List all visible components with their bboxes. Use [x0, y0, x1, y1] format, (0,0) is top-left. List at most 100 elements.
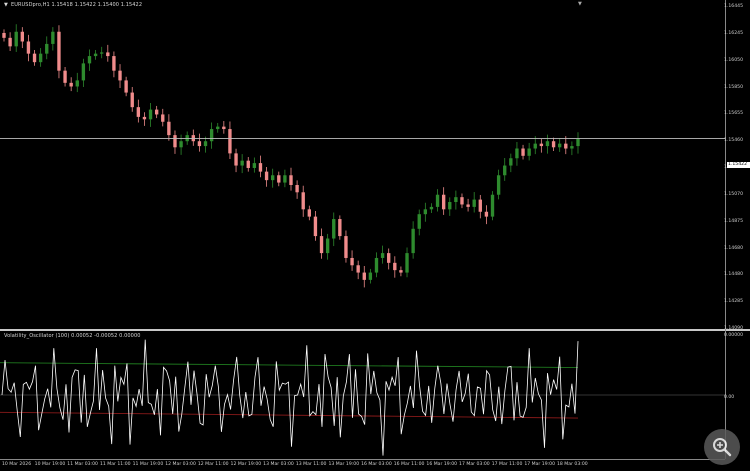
candle [289, 167, 293, 191]
candle-body [307, 209, 311, 217]
candle-body [38, 53, 43, 63]
candle-body [197, 141, 202, 147]
candle [393, 256, 397, 278]
candle [429, 203, 434, 213]
candle-body [216, 126, 220, 130]
candle-body [545, 141, 550, 147]
candle [387, 248, 391, 270]
candle [417, 209, 421, 236]
candle [344, 230, 348, 263]
candle-body [429, 206, 434, 210]
candle-body [533, 143, 537, 149]
candle-body [564, 143, 568, 149]
candle-body [405, 253, 409, 273]
candlestick-chart[interactable] [0, 0, 750, 330]
candle-body [45, 43, 49, 54]
candle-body [435, 194, 440, 207]
candle-body [551, 141, 556, 148]
candle-body [20, 31, 24, 42]
price-tick-label: 1.15655 [724, 111, 743, 117]
time-tick-label: 13 Mar 19:00 [328, 462, 360, 467]
triangle-down-icon[interactable]: ▼ [578, 1, 582, 7]
candle [472, 192, 476, 213]
candle [106, 44, 110, 62]
candle-body [130, 92, 134, 108]
upper-band-line [0, 362, 579, 368]
price-tick-label: 1.16245 [724, 30, 743, 36]
oscillator-chart[interactable] [0, 331, 750, 459]
candle [2, 29, 6, 42]
candle [332, 212, 336, 247]
candle [209, 122, 214, 149]
candle-body [301, 192, 305, 210]
candle-body [411, 228, 415, 254]
time-tick-label: 17 Mar 11:00 [491, 462, 523, 467]
candle-body [32, 53, 37, 63]
candle [271, 168, 275, 188]
candle-body [246, 160, 250, 168]
candle-body [118, 70, 122, 81]
candle [93, 50, 98, 60]
candle [130, 86, 134, 112]
candle [319, 228, 324, 259]
candle-body [57, 31, 61, 71]
time-tick-label: 13 Mar 03:00 [263, 462, 294, 467]
candle [380, 245, 385, 264]
candle-body [295, 185, 299, 193]
candle-body [484, 211, 489, 217]
sub-axis-mid-label: 0.00 [724, 395, 735, 400]
price-tick-label: 1.14680 [724, 245, 743, 251]
price-tick-label: 1.15070 [724, 191, 743, 197]
candle [576, 132, 580, 154]
candle-body [167, 121, 171, 136]
candle [350, 250, 354, 271]
candle-body [161, 114, 165, 122]
candle-body [264, 171, 269, 181]
price-axis-line [725, 0, 726, 459]
candle [283, 169, 287, 188]
collapse-arrow-icon[interactable]: ▼ [4, 2, 8, 8]
candle [167, 114, 171, 141]
candle [26, 34, 31, 62]
candle [75, 72, 79, 93]
symbol-info: EURUSDpro,H1 1.15418 1.15422 1.15400 1.1… [10, 2, 143, 8]
magnifier-plus-icon [713, 438, 732, 457]
candle [51, 27, 55, 51]
zoom-button[interactable] [704, 429, 740, 465]
candle [295, 180, 299, 199]
time-tick-label: 17 Mar 03:00 [459, 462, 490, 467]
candle-body [93, 53, 98, 57]
candle-body [417, 214, 421, 229]
candle [38, 48, 43, 67]
candle-body [8, 37, 12, 47]
time-tick-label: 10 Mar 2026 [2, 462, 32, 467]
candle-body [332, 219, 336, 239]
time-tick-label: 13 Mar 11:00 [295, 462, 327, 467]
candle [100, 46, 104, 59]
candle [264, 167, 269, 187]
candle [509, 153, 513, 173]
candle-body [106, 52, 110, 57]
candle-body [69, 82, 73, 87]
candle-body [87, 56, 92, 64]
main-chart-pane[interactable] [0, 0, 750, 330]
candle [197, 133, 202, 152]
indicator-pane[interactable] [0, 331, 750, 459]
candle-body [234, 153, 238, 166]
time-tick-label: 16 Mar 11:00 [393, 462, 425, 467]
candle [258, 155, 263, 178]
candle-body [112, 56, 116, 71]
chart-window[interactable]: ▼ EURUSDpro,H1 1.15418 1.15422 1.15400 1.… [0, 0, 750, 471]
candle-body [26, 41, 31, 54]
candle-body [100, 52, 104, 54]
candle [490, 191, 495, 221]
candle-body [490, 194, 495, 217]
candle-body [576, 138, 580, 147]
candle [203, 136, 208, 153]
candle-body [14, 31, 18, 47]
candle [521, 144, 525, 160]
current-price-label: 1.15422 [727, 162, 750, 168]
candle-body [356, 265, 360, 273]
time-tick-label: 16 Mar 19:00 [426, 462, 458, 467]
candle [423, 202, 428, 222]
